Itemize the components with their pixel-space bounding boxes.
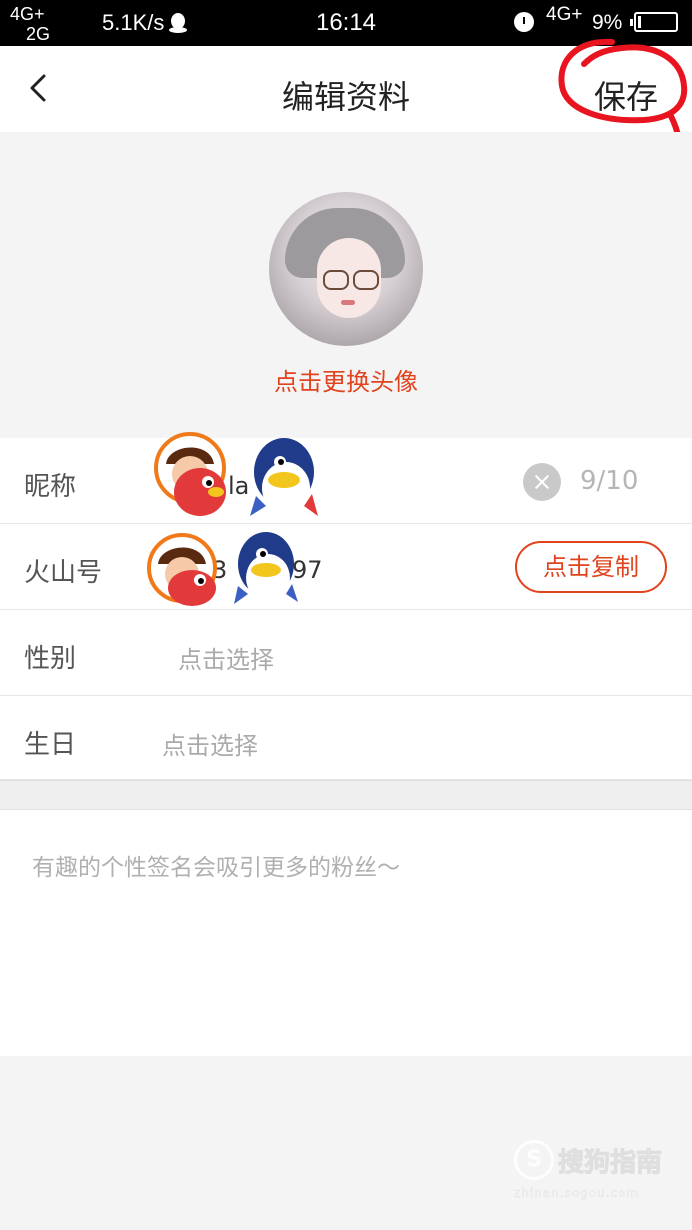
battery-percent: 9% [592,11,623,34]
page-title: 编辑资料 [281,78,410,116]
network-type: 4G+ [546,4,583,25]
nickname-char-counter: 9/10 [580,466,639,496]
clock: 16:14 [315,9,377,36]
emoji-sticker-icon [147,533,217,606]
avatar-section: 点击更换头像 [0,132,692,438]
sogou-watermark: S 搜狗指南 zhinan.sogou.com [514,1140,674,1210]
alarm-icon [514,12,534,32]
huoshan-id-label: 火山号 [24,558,103,588]
sogou-logo-icon: S [514,1140,554,1180]
watermark-text: 搜狗指南 [557,1148,663,1179]
signature-textarea[interactable]: 有趣的个性签名会吸引更多的粉丝～ [0,810,692,1056]
nav-bar: 编辑资料 保存 [0,46,692,132]
avatar[interactable] [269,192,423,346]
battery-icon [630,12,678,32]
section-divider [0,780,692,810]
penguin-sticker-icon [250,438,318,516]
penguin-sticker-icon [234,532,298,604]
birthday-label: 生日 [24,730,77,760]
nickname-row: 昵称 la 9/10 [0,432,692,524]
birthday-select[interactable]: 点击选择 [162,726,258,761]
signature-placeholder: 有趣的个性签名会吸引更多的粉丝～ [32,855,400,881]
watermark-url: zhinan.sogou.com [514,1186,640,1200]
huoshan-id-row: 火山号 3 97 点击复制 [0,524,692,610]
emoji-sticker-icon [154,432,226,516]
status-bar: 4G+ 2G 5.1K/s 16:14 4G+ 9% [0,0,692,46]
change-avatar-link[interactable]: 点击更换头像 [0,362,692,397]
birthday-row[interactable]: 生日 点击选择 [0,696,692,780]
save-button[interactable]: 保存 [594,72,658,118]
gender-row[interactable]: 性别 点击选择 [0,610,692,696]
nickname-label: 昵称 [24,472,77,502]
clear-icon[interactable] [523,463,561,501]
copy-id-button[interactable]: 点击复制 [515,541,667,593]
gender-label: 性别 [24,644,77,674]
gender-select[interactable]: 点击选择 [178,640,274,675]
